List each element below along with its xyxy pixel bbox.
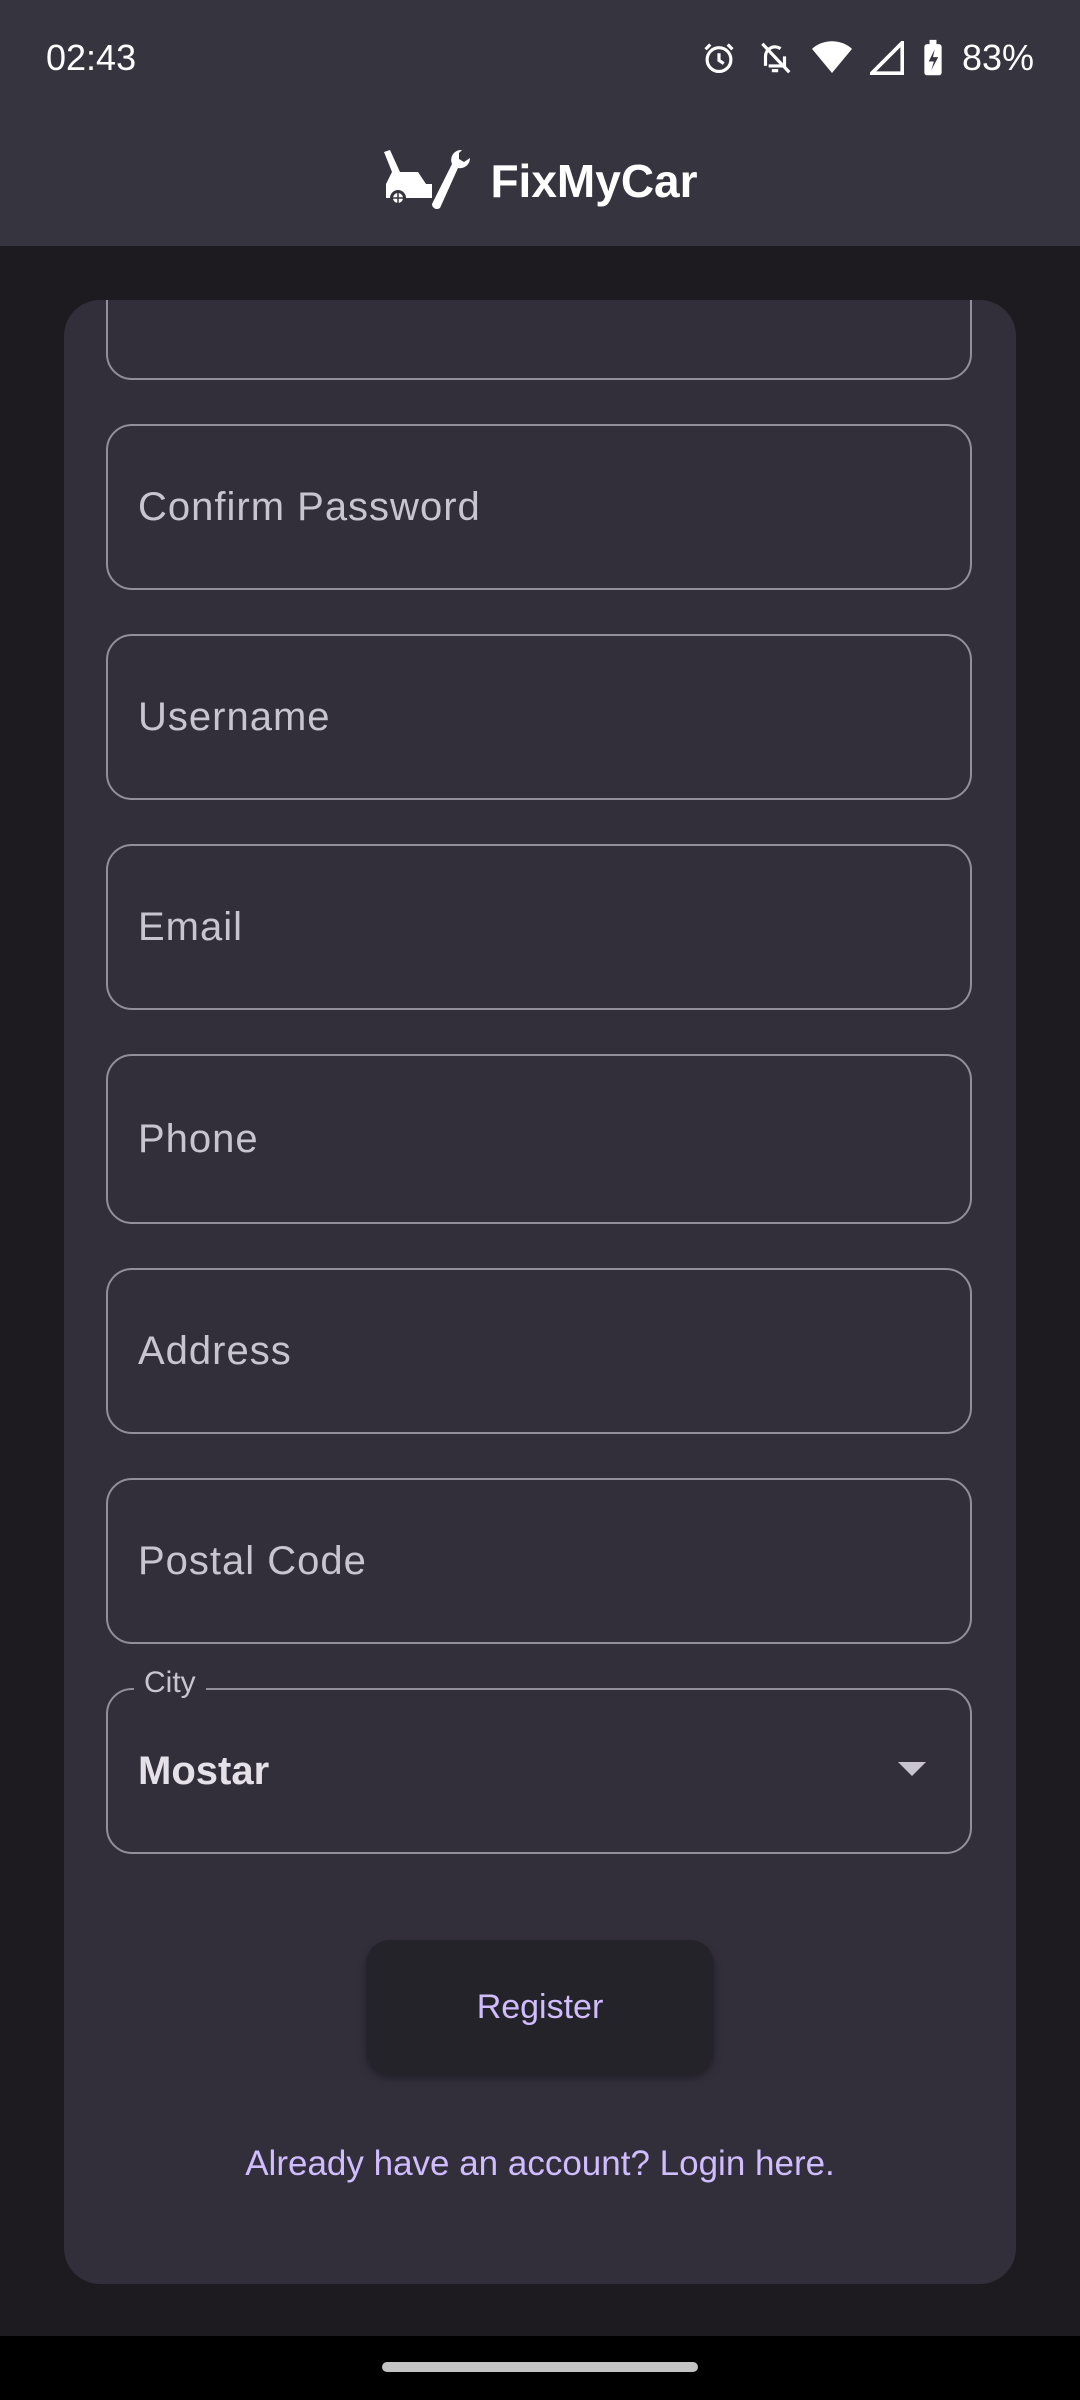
username-placeholder: Username [138, 694, 331, 739]
notifications-off-icon [756, 39, 794, 77]
username-field[interactable]: Username [106, 634, 972, 800]
gesture-handle[interactable] [382, 2362, 698, 2372]
address-placeholder: Address [138, 1328, 292, 1373]
status-time: 02:43 [46, 37, 137, 78]
phone-field[interactable]: Phone [106, 1054, 972, 1224]
city-dropdown[interactable]: Mostar [106, 1688, 972, 1854]
car-wrench-logo-icon [382, 146, 472, 217]
cellular-signal-icon [869, 41, 904, 75]
app-bar: FixMyCar [0, 116, 1080, 246]
app-title: FixMyCar [490, 155, 698, 207]
confirm-password-placeholder: Confirm Password [138, 484, 481, 529]
address-field[interactable]: Address [106, 1268, 972, 1434]
password-field[interactable] [106, 300, 972, 380]
register-form-card: Confirm Password Username Email Phone Ad… [64, 300, 1016, 2284]
status-bar: 02:43 83% [0, 0, 1080, 116]
postal-code-placeholder: Postal Code [138, 1538, 367, 1583]
city-label: City [134, 1666, 206, 1700]
email-field[interactable]: Email [106, 844, 972, 1010]
battery-charging-icon [922, 39, 944, 77]
alarm-icon [700, 39, 738, 77]
login-link[interactable]: Already have an account? Login here. [64, 2144, 1016, 2184]
city-selected-value: Mostar [138, 1748, 270, 1793]
email-placeholder: Email [138, 904, 244, 949]
status-icons: 83% [700, 37, 1034, 79]
register-button[interactable]: Register [366, 1940, 714, 2074]
confirm-password-field[interactable]: Confirm Password [106, 424, 972, 590]
postal-code-field[interactable]: Postal Code [106, 1478, 972, 1644]
wifi-icon [811, 40, 852, 76]
dropdown-arrow-icon [898, 1762, 926, 1776]
battery-percentage: 83% [961, 37, 1034, 78]
phone-placeholder: Phone [138, 1116, 259, 1161]
